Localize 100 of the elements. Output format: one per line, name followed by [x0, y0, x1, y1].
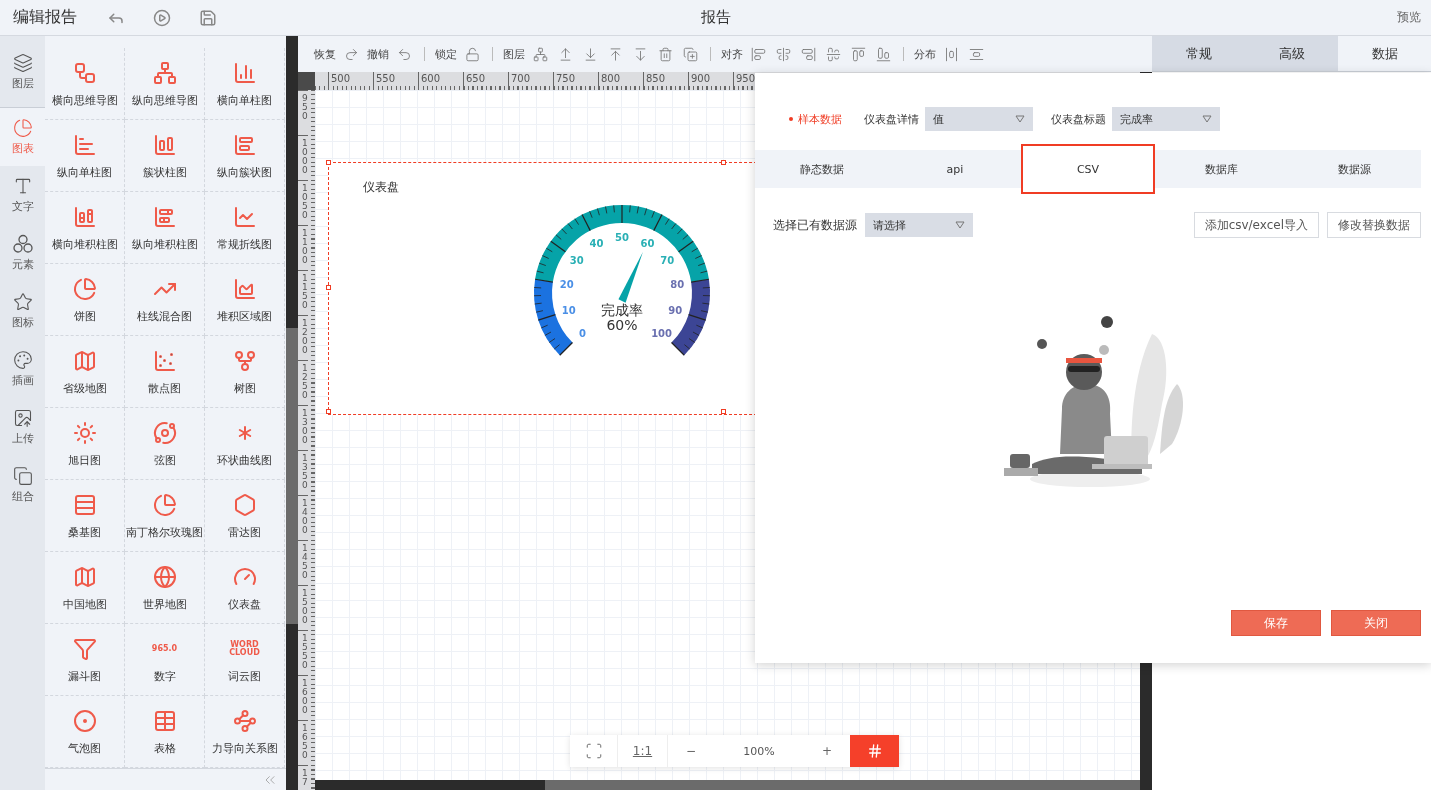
grid-toggle[interactable]	[850, 735, 899, 767]
ruler-corner	[298, 72, 315, 90]
chart-type-item[interactable]: 横向思维导图	[45, 48, 125, 120]
orbit-icon	[152, 420, 177, 445]
widget-title: 仪表盘	[363, 179, 399, 196]
pie-chart-icon	[72, 276, 97, 301]
scrollbar-thumb[interactable]	[286, 328, 298, 624]
chart-type-item[interactable]: 气泡图	[45, 696, 125, 768]
resize-handle[interactable]	[721, 409, 726, 414]
preview-link[interactable]: 预览	[1397, 9, 1421, 26]
zoom-in-button[interactable]: +	[804, 735, 850, 767]
sample-data-radio[interactable]: 样本数据	[789, 111, 842, 127]
bar-chart-icon	[152, 132, 177, 157]
chart-type-item[interactable]: 力导向关系图	[205, 696, 285, 768]
chart-type-item[interactable]: 旭日图	[45, 408, 125, 480]
nav-item[interactable]: 组合	[0, 456, 45, 514]
chart-type-item[interactable]: 965.0 数字	[125, 624, 205, 696]
chart-type-item[interactable]: 仪表盘	[205, 552, 285, 624]
gauge-label: 70	[660, 255, 675, 267]
gauge-label: 90	[668, 305, 683, 317]
caret-icon	[1202, 115, 1212, 123]
data-source-tab[interactable]: 数据库	[1154, 150, 1288, 188]
unlock-icon[interactable]	[463, 46, 482, 62]
nav-item[interactable]: 上传	[0, 398, 45, 456]
chart-type-item[interactable]: 表格	[125, 696, 205, 768]
chart-type-icon-text: WORD CLOUD	[228, 638, 261, 659]
chart-type-item[interactable]: 环状曲线图	[205, 408, 285, 480]
align-right-icon[interactable]	[799, 46, 818, 62]
chart-type-item[interactable]: 树图	[205, 336, 285, 408]
chart-type-item[interactable]: 柱线混合图	[125, 264, 205, 336]
trash-icon[interactable]	[656, 46, 675, 62]
resize-handle[interactable]	[326, 160, 331, 165]
align-left-icon[interactable]	[749, 46, 768, 62]
hierarchy-icon[interactable]	[531, 46, 550, 62]
gauge-label: 10	[561, 305, 576, 317]
chart-type-item[interactable]: WORD CLOUD 词云图	[205, 624, 285, 696]
chart-type-item[interactable]: 世界地图	[125, 552, 205, 624]
data-source-tab[interactable]: CSV	[1021, 144, 1155, 194]
data-source-tab[interactable]: 数据源	[1287, 150, 1421, 188]
chart-type-item[interactable]: 纵向思维导图	[125, 48, 205, 120]
title-select[interactable]: 完成率	[1112, 107, 1220, 131]
nav-item[interactable]: 插画	[0, 340, 45, 398]
toolbar-label: 锁定	[435, 46, 457, 62]
rows-icon	[72, 492, 97, 517]
chart-type-item[interactable]: 常规折线图	[205, 192, 285, 264]
resize-handle[interactable]	[326, 409, 331, 414]
hexagon-icon	[232, 492, 257, 517]
chart-type-item[interactable]: 堆积区域图	[205, 264, 285, 336]
toolbar-label: 分布	[914, 46, 936, 62]
panel-tab[interactable]: 数据	[1338, 36, 1431, 71]
chart-type-item[interactable]: 饼图	[45, 264, 125, 336]
action-button[interactable]: 添加csv/excel导入	[1193, 212, 1319, 238]
panel-tab[interactable]: 高级	[1245, 36, 1338, 71]
action-button[interactable]: 修改替换数据	[1327, 212, 1421, 238]
bubble-icon	[72, 708, 97, 733]
align-bottom-icon[interactable]	[874, 46, 893, 62]
resize-handle[interactable]	[721, 160, 726, 165]
align-center-icon[interactable]	[774, 46, 793, 62]
flowchart-icon	[72, 60, 97, 85]
chart-type-item[interactable]: 中国地图	[45, 552, 125, 624]
caret-icon	[1015, 115, 1025, 123]
gauge-label: 0	[578, 327, 586, 339]
chart-type-item[interactable]: 纵向堆积柱图	[125, 192, 205, 264]
vertical-ruler: 950 1000 1050 1100 1150 1200 1250 1300 1350 1400 1450 1500 1550 1600 1650 17	[298, 90, 315, 790]
align-top-icon[interactable]	[849, 46, 868, 62]
gauge-label: 40	[589, 238, 604, 250]
chart-type-item[interactable]: 漏斗图	[45, 624, 125, 696]
nav-item[interactable]: 图标	[0, 282, 45, 340]
horizontal-scrollbar[interactable]	[545, 780, 1140, 790]
chart-type-item[interactable]: 桑基图	[45, 480, 125, 552]
chart-type-item[interactable]: 南丁格尔玫瑰图	[125, 480, 205, 552]
duplicate-icon[interactable]	[681, 46, 700, 62]
image-upload-icon	[12, 408, 33, 428]
chart-type-item[interactable]: 纵向簇状图	[205, 120, 285, 192]
chart-type-item[interactable]: 弦图	[125, 408, 205, 480]
chart-type-item[interactable]: 雷达图	[205, 480, 285, 552]
gauge-value: 60%	[606, 317, 638, 333]
zoom-out-button[interactable]: −	[668, 735, 714, 767]
detail-select[interactable]: 值	[925, 107, 1033, 131]
tree-icon	[232, 348, 257, 373]
source-select[interactable]: 请选择	[865, 213, 973, 237]
chart-type-item[interactable]: 纵向单柱图	[45, 120, 125, 192]
resize-handle[interactable]	[326, 285, 331, 290]
nav-item[interactable]: 文字	[0, 166, 45, 224]
copy-icon	[12, 466, 33, 486]
circles-icon	[12, 234, 33, 254]
actual-size-button[interactable]: 1:1	[618, 735, 668, 767]
chart-type-item[interactable]: 散点图	[125, 336, 205, 408]
stacked-bar-chart-icon	[152, 204, 177, 229]
page-title: 报告	[700, 8, 731, 27]
chart-type-item[interactable]: 横向单柱图	[205, 48, 285, 120]
nav-item[interactable]: 元素	[0, 224, 45, 282]
align-middle-icon[interactable]	[824, 46, 843, 62]
chart-type-item[interactable]: 簇状柱图	[125, 120, 205, 192]
chart-type-item[interactable]: 横向堆积柱图	[45, 192, 125, 264]
panel-tab[interactable]: 常规	[1152, 36, 1245, 71]
distribute-vertical-icon[interactable]	[967, 46, 986, 62]
chart-type-item[interactable]: 省级地图	[45, 336, 125, 408]
gauge-label: 30	[569, 255, 584, 267]
toolbar-label: 图层	[503, 46, 525, 62]
